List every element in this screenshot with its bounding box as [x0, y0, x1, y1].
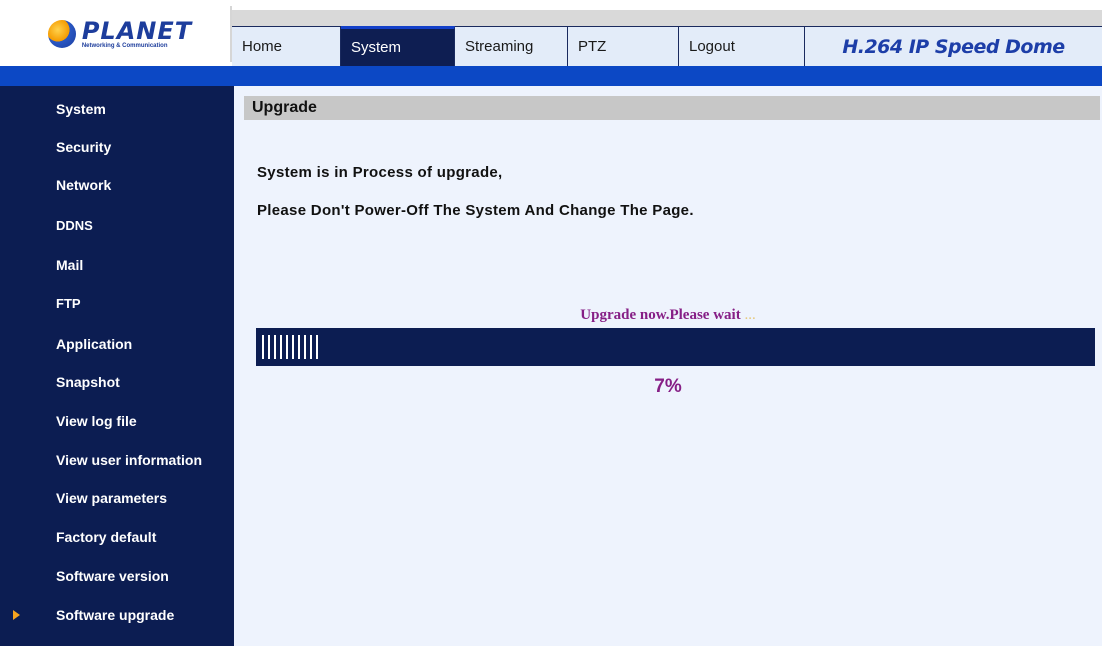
product-title: H.264 IP Speed Dome: [842, 35, 1065, 58]
header-divider-bar: [0, 66, 1102, 86]
sidebar-item-label: Security: [56, 139, 112, 155]
progress-tick: [286, 335, 288, 359]
progress-ticks: [262, 335, 318, 359]
sidebar-item-label: Network: [56, 177, 112, 193]
tab-label: Logout: [689, 38, 735, 55]
progress-percent: 7%: [654, 376, 682, 397]
sidebar-item-application[interactable]: Application: [0, 325, 234, 363]
progress-tick: [316, 335, 318, 359]
progress-tick: [268, 335, 270, 359]
globe-icon: [47, 20, 76, 48]
sidebar-item-label: View user information: [56, 452, 202, 468]
selected-arrow-icon: [13, 610, 20, 620]
upgrade-wait-text: Upgrade now.Please wait ...: [234, 307, 1102, 324]
sidebar-item-ddns[interactable]: DDNS: [0, 206, 234, 244]
progress-tick: [298, 335, 300, 359]
upgrade-message-line2: Please Don't Power-Off The System And Ch…: [257, 202, 694, 219]
sidebar-item-ftp[interactable]: FTP: [0, 284, 234, 322]
progress-tick: [292, 335, 294, 359]
progress-tick: [304, 335, 306, 359]
wait-dots: ...: [744, 307, 756, 323]
sidebar-item-label: Application: [56, 336, 133, 352]
sidebar-item-network[interactable]: Network: [0, 166, 234, 204]
header: PLANET Networking & Communication Home S…: [0, 0, 1102, 72]
main-content: Upgrade System is in Process of upgrade,…: [234, 86, 1102, 646]
sidebar-item-label: View parameters: [56, 490, 168, 506]
sidebar-item-label: Software version: [56, 568, 169, 584]
upgrade-message-line1: System is in Process of upgrade,: [257, 164, 503, 181]
tab-label: Streaming: [465, 38, 534, 55]
logo-tagline: Networking & Communication: [81, 43, 168, 49]
progress-tick: [262, 335, 264, 359]
sidebar-item-view-log-file[interactable]: View log file: [0, 402, 234, 440]
sidebar-item-software-upgrade[interactable]: Software upgrade: [0, 596, 234, 634]
sidebar: System Security Network DDNS Mail FTP Ap…: [0, 86, 234, 646]
sidebar-item-label: Factory default: [56, 529, 157, 545]
sidebar-item-label: System: [56, 101, 106, 117]
upgrade-progress-bar: [256, 328, 1095, 366]
logo-name: PLANET: [81, 17, 193, 45]
tab-logout[interactable]: Logout: [679, 26, 805, 66]
tab-streaming[interactable]: Streaming: [455, 26, 568, 66]
sidebar-item-system[interactable]: System: [0, 90, 234, 128]
tab-ptz[interactable]: PTZ: [568, 26, 679, 66]
product-title-box: H.264 IP Speed Dome: [805, 26, 1102, 66]
tab-label: System: [351, 39, 402, 56]
sidebar-item-factory-default[interactable]: Factory default: [0, 518, 234, 556]
sidebar-item-security[interactable]: Security: [0, 128, 234, 166]
main-nav: Home System Streaming PTZ Logout H.264 I…: [232, 26, 1102, 66]
planet-logo[interactable]: PLANET Networking & Communication: [10, 6, 232, 62]
sidebar-item-label: Snapshot: [56, 374, 120, 390]
progress-tick: [280, 335, 282, 359]
tab-label: PTZ: [578, 38, 607, 55]
sidebar-item-snapshot[interactable]: Snapshot: [0, 363, 234, 401]
sidebar-item-mail[interactable]: Mail: [0, 246, 234, 284]
tab-system[interactable]: System: [341, 26, 455, 66]
section-title: Upgrade: [244, 96, 1100, 120]
wait-label: Upgrade now.Please wait: [580, 307, 741, 323]
sidebar-item-label: Software upgrade: [56, 607, 175, 623]
sidebar-item-label: Mail: [56, 257, 84, 273]
sidebar-item-software-version[interactable]: Software version: [0, 557, 234, 595]
header-top-strip: [232, 10, 1102, 26]
tab-home[interactable]: Home: [232, 26, 341, 66]
tab-label: Home: [242, 38, 283, 55]
sidebar-item-label: DDNS: [56, 217, 93, 233]
progress-tick: [310, 335, 312, 359]
progress-tick: [274, 335, 276, 359]
sidebar-item-view-user-information[interactable]: View user information: [0, 441, 234, 479]
sidebar-item-label: FTP: [56, 295, 81, 311]
sidebar-item-label: View log file: [56, 413, 137, 429]
sidebar-item-view-parameters[interactable]: View parameters: [0, 479, 234, 517]
